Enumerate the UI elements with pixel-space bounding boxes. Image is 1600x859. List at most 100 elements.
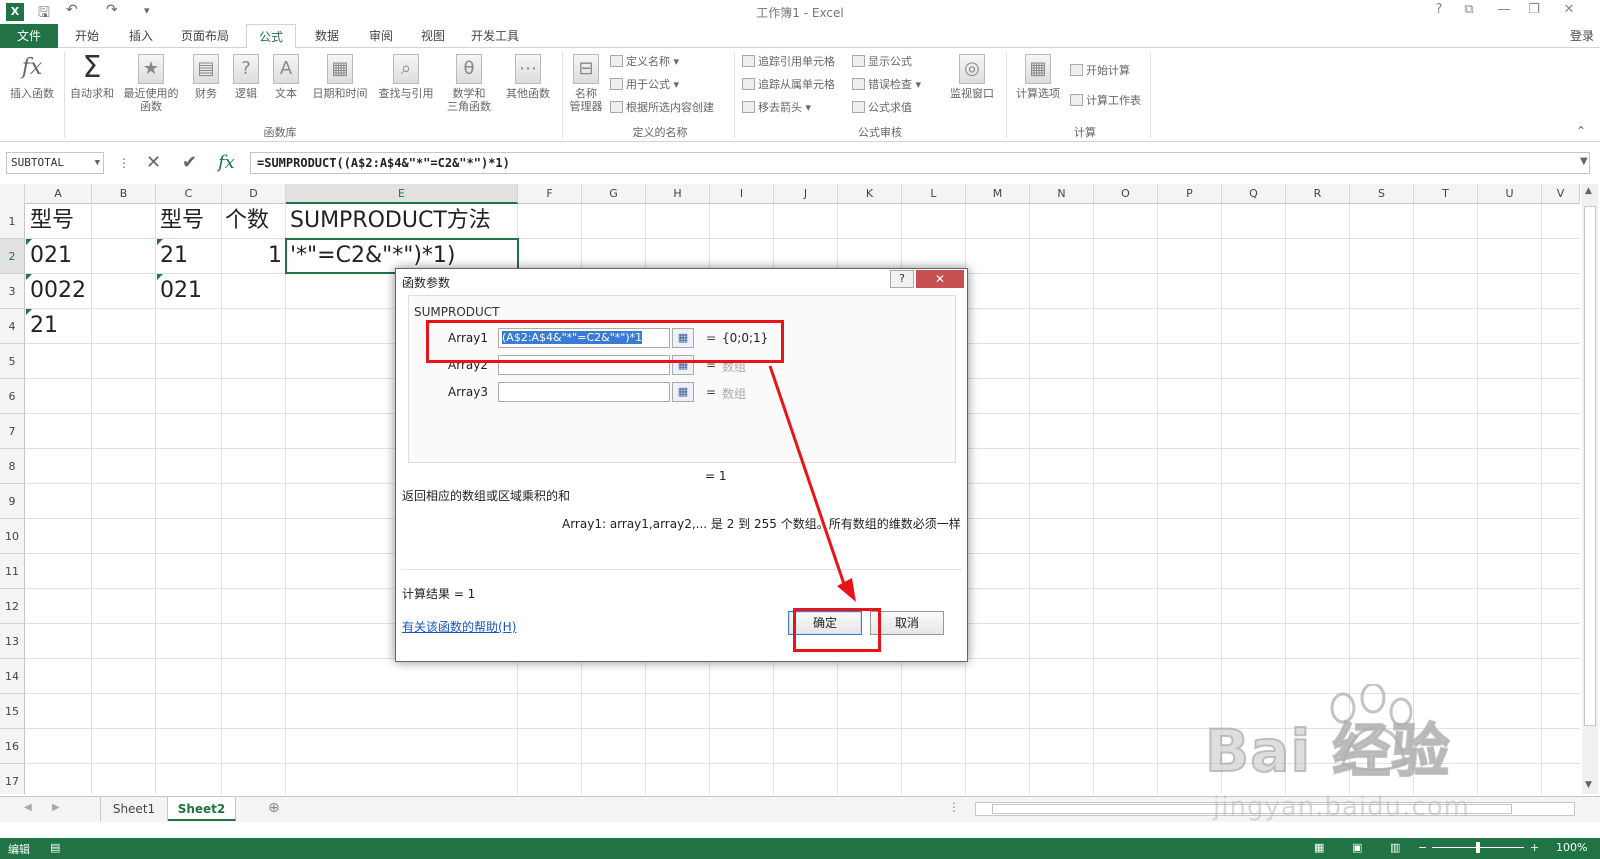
tab-review[interactable]: 审阅 [356, 24, 406, 48]
cell-a2[interactable]: 021 [30, 239, 72, 273]
cell-a3[interactable]: 0022 [30, 274, 86, 308]
insert-function-icon[interactable]: fx [218, 152, 235, 173]
tab-insert[interactable]: 插入 [116, 24, 166, 48]
tab-data[interactable]: 数据 [302, 24, 352, 48]
cell-c2[interactable]: 21 [160, 239, 188, 273]
define-name-button[interactable]: 定义名称 ▾ [610, 53, 679, 71]
trace-precedents-button[interactable]: 追踪引用单元格 [742, 53, 835, 71]
column-header[interactable]: C [156, 184, 222, 204]
error-checking-button[interactable]: 错误检查 ▾ [852, 76, 921, 94]
tab-file[interactable]: 文件 [0, 24, 58, 48]
redo-icon[interactable]: ↷ [106, 2, 118, 18]
column-header[interactable]: L [902, 184, 966, 204]
evaluate-formula-button[interactable]: 公式求值 [852, 99, 912, 117]
column-header[interactable]: T [1414, 184, 1478, 204]
column-header[interactable]: S [1350, 184, 1414, 204]
horizontal-scrollbar[interactable] [975, 802, 1575, 816]
tab-formulas[interactable]: 公式 [246, 24, 296, 49]
scroll-down-icon[interactable]: ▼ [1585, 780, 1592, 790]
calculate-sheet-button[interactable]: 计算工作表 [1070, 92, 1141, 110]
expand-formula-bar-icon[interactable]: ▼ [1580, 156, 1588, 167]
login-link[interactable]: 登录 [1570, 27, 1594, 44]
cell-e1[interactable]: SUMPRODUCT方法 [290, 204, 491, 238]
row-header[interactable]: 1 [0, 204, 25, 239]
column-header[interactable]: O [1094, 184, 1158, 204]
zoom-out-icon[interactable]: − [1418, 841, 1427, 854]
tab-home[interactable]: 开始 [62, 24, 112, 48]
date-time-button[interactable]: ▦ 日期和时间 [308, 54, 372, 100]
zoom-in-icon[interactable]: + [1530, 841, 1539, 854]
text-button[interactable]: A 文本 [268, 54, 304, 100]
cancel-entry-icon[interactable]: ✕ [146, 152, 161, 173]
row-header[interactable]: 3 [0, 274, 25, 309]
row-header[interactable]: 8 [0, 449, 25, 484]
row-header[interactable]: 11 [0, 554, 25, 589]
sheet-tab-sheet2[interactable]: Sheet2 [168, 797, 236, 821]
minimize-button[interactable]: — [1490, 2, 1518, 17]
sheet-tab-sheet1[interactable]: Sheet1 [100, 797, 168, 821]
cell-c1[interactable]: 型号 [160, 204, 204, 238]
insert-function-button[interactable]: fx 插入函数 [4, 54, 60, 100]
close-button[interactable]: ✕ [1555, 2, 1583, 17]
help-button[interactable]: ? [1425, 2, 1453, 17]
row-header[interactable]: 14 [0, 659, 25, 694]
vertical-scroll-thumb[interactable] [1584, 206, 1596, 726]
next-sheet-icon[interactable]: ▶ [52, 802, 60, 813]
trace-dependents-button[interactable]: 追踪从属单元格 [742, 76, 835, 94]
calculate-now-button[interactable]: 开始计算 [1070, 62, 1130, 80]
function-help-link[interactable]: 有关该函数的帮助(H) [402, 618, 516, 635]
column-header[interactable]: Q [1222, 184, 1286, 204]
show-formulas-button[interactable]: 显示公式 [852, 53, 912, 71]
column-header[interactable]: G [582, 184, 646, 204]
row-header[interactable]: 15 [0, 694, 25, 729]
save-icon[interactable]: 🖫 [38, 2, 50, 26]
watch-window-button[interactable]: ◎ 监视窗口 [944, 54, 1000, 100]
calculation-options-button[interactable]: ▦ 计算选项 [1010, 54, 1066, 100]
financial-button[interactable]: ▤ 财务 [188, 54, 224, 100]
collapse-dialog-icon[interactable]: ▦ [672, 382, 694, 402]
row-header[interactable]: 10 [0, 519, 25, 554]
tab-developer[interactable]: 开发工具 [462, 24, 528, 48]
more-functions-button[interactable]: ⋯ 其他函数 [500, 54, 556, 100]
lookup-reference-button[interactable]: ⌕ 查找与引用 [374, 54, 438, 100]
cell-c3[interactable]: 021 [160, 274, 202, 308]
column-header[interactable]: F [518, 184, 582, 204]
maximize-button[interactable]: ❐ [1520, 2, 1548, 17]
row-header[interactable]: 12 [0, 589, 25, 624]
autosum-button[interactable]: Σ 自动求和 [66, 53, 118, 101]
page-layout-view-icon[interactable]: ▣ [1352, 841, 1362, 854]
cell-a1[interactable]: 型号 [30, 204, 74, 238]
add-sheet-icon[interactable]: ⊕ [268, 800, 280, 816]
logical-button[interactable]: ? 逻辑 [228, 54, 264, 100]
use-in-formula-button[interactable]: 用于公式 ▾ [610, 76, 679, 94]
formula-input[interactable]: =SUMPRODUCT((A$2:A$4&"*"=C2&"*")*1) [250, 152, 1590, 174]
create-from-selection-button[interactable]: 根据所选内容创建 [610, 99, 714, 117]
vertical-scrollbar[interactable]: ▲ ▼ [1582, 184, 1598, 794]
select-all-corner[interactable] [0, 184, 25, 204]
collapse-ribbon-icon[interactable]: ⌃ [1576, 124, 1586, 138]
cell-d1[interactable]: 个数 [225, 204, 269, 238]
page-break-view-icon[interactable]: ▥ [1390, 841, 1400, 854]
math-trig-button[interactable]: θ 数学和 三角函数 [440, 54, 498, 113]
column-header[interactable]: B [92, 184, 156, 204]
column-header[interactable]: I [710, 184, 774, 204]
tab-view[interactable]: 视图 [408, 24, 458, 48]
row-header[interactable]: 9 [0, 484, 25, 519]
macro-record-icon[interactable]: ▤ [50, 841, 60, 854]
cell-d2[interactable]: 1 [222, 239, 282, 273]
dialog-close-button[interactable]: ✕ [916, 270, 964, 288]
zoom-level[interactable]: 100% [1556, 841, 1587, 854]
column-header[interactable]: J [774, 184, 838, 204]
column-header[interactable]: K [838, 184, 902, 204]
column-header[interactable]: M [966, 184, 1030, 204]
undo-icon[interactable]: ↶ [66, 2, 78, 18]
scroll-up-icon[interactable]: ▲ [1585, 186, 1592, 196]
prev-sheet-icon[interactable]: ◀ [24, 802, 32, 813]
row-header[interactable]: 17 [0, 764, 25, 794]
array3-input[interactable] [498, 382, 670, 402]
normal-view-icon[interactable]: ▦ [1314, 841, 1324, 854]
horizontal-scroll-thumb[interactable] [992, 804, 1512, 814]
tab-page-layout[interactable]: 页面布局 [172, 24, 238, 48]
row-header[interactable]: 2 [0, 239, 25, 274]
name-box[interactable]: SUBTOTAL ▼ [6, 152, 104, 174]
